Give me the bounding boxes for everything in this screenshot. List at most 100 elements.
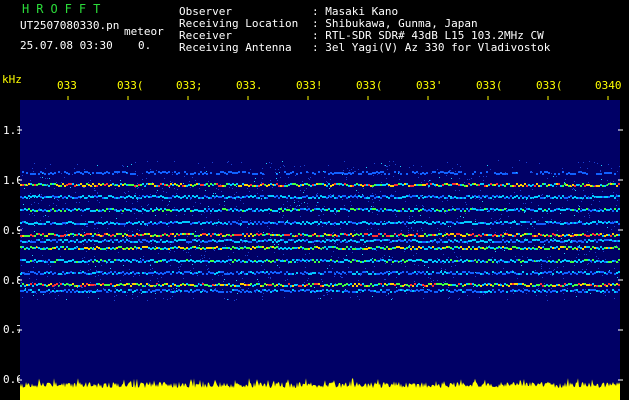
noise-pixel bbox=[170, 298, 171, 299]
echo-pixel bbox=[568, 239, 570, 241]
echo-pixel bbox=[274, 234, 276, 236]
noise-pixel bbox=[507, 299, 508, 300]
echo-pixel bbox=[36, 184, 38, 186]
echo-pixel bbox=[608, 221, 610, 223]
echo-pixel bbox=[154, 195, 156, 197]
echo-pixel bbox=[418, 246, 420, 248]
echo-pixel bbox=[444, 261, 446, 263]
echo-pixel bbox=[270, 222, 272, 224]
echo-pixel bbox=[254, 185, 256, 187]
echo-pixel bbox=[218, 240, 220, 242]
echo-pixel bbox=[396, 222, 398, 224]
noise-pixel bbox=[355, 171, 356, 172]
echo-pixel bbox=[190, 210, 192, 212]
echo-pixel bbox=[314, 221, 316, 223]
echo-pixel bbox=[206, 183, 208, 185]
noise-pixel bbox=[567, 200, 568, 201]
noise-pixel bbox=[51, 292, 52, 293]
noise-pixel bbox=[147, 225, 148, 226]
noise-pixel bbox=[545, 198, 546, 199]
echo-pixel bbox=[416, 208, 418, 210]
noise-pixel bbox=[64, 177, 65, 178]
echo-pixel bbox=[78, 233, 80, 235]
echo-pixel bbox=[216, 195, 218, 197]
echo-pixel bbox=[200, 248, 202, 250]
noise-pixel bbox=[43, 216, 44, 217]
echo-pixel bbox=[414, 195, 416, 197]
echo-pixel bbox=[274, 210, 276, 212]
noise-pixel bbox=[418, 173, 419, 174]
noise-pixel bbox=[576, 242, 577, 243]
noise-pixel bbox=[103, 289, 104, 290]
noise-pixel bbox=[303, 192, 304, 193]
echo-pixel bbox=[278, 259, 280, 261]
echo-pixel bbox=[490, 183, 492, 185]
echo-pixel bbox=[294, 290, 296, 292]
echo-pixel bbox=[146, 233, 148, 235]
echo-pixel bbox=[58, 273, 60, 275]
noise-pixel bbox=[24, 289, 25, 290]
echo-pixel bbox=[134, 241, 136, 243]
noise-pixel bbox=[346, 179, 347, 180]
echo-pixel bbox=[236, 260, 238, 262]
echo-pixel bbox=[66, 197, 68, 199]
noise-pixel bbox=[240, 217, 241, 218]
noise-pixel bbox=[177, 290, 178, 291]
echo-pixel bbox=[38, 260, 40, 262]
noise-pixel bbox=[366, 272, 367, 273]
echo-pixel bbox=[142, 239, 144, 241]
echo-pixel bbox=[452, 233, 454, 235]
echo-pixel bbox=[468, 283, 470, 285]
echo-pixel bbox=[456, 271, 458, 273]
echo-pixel bbox=[134, 283, 136, 285]
noise-pixel bbox=[502, 237, 503, 238]
echo-pixel bbox=[156, 223, 158, 225]
echo-pixel bbox=[38, 239, 40, 241]
echo-pixel bbox=[180, 183, 182, 185]
echo-pixel bbox=[614, 183, 616, 185]
echo-pixel bbox=[240, 197, 242, 199]
noise-pixel bbox=[31, 240, 32, 241]
echo-pixel bbox=[406, 289, 408, 291]
noise-pixel bbox=[551, 173, 552, 174]
echo-pixel bbox=[284, 223, 286, 225]
echo-pixel bbox=[606, 273, 608, 275]
noise-pixel bbox=[465, 202, 466, 203]
echo-pixel bbox=[92, 291, 94, 293]
noise-pixel bbox=[33, 171, 34, 172]
echo-pixel bbox=[142, 272, 144, 274]
noise-pixel bbox=[102, 271, 103, 272]
echo-pixel bbox=[162, 210, 164, 212]
echo-pixel bbox=[96, 172, 98, 174]
echo-pixel bbox=[316, 246, 318, 248]
echo-pixel bbox=[118, 171, 120, 173]
echo-pixel bbox=[470, 197, 472, 199]
echo-pixel bbox=[482, 247, 484, 249]
echo-pixel bbox=[122, 248, 124, 250]
echo-pixel bbox=[32, 195, 34, 197]
echo-pixel bbox=[202, 240, 204, 242]
echo-pixel bbox=[344, 259, 346, 261]
echo-pixel bbox=[434, 234, 436, 236]
echo-pixel bbox=[256, 283, 258, 285]
echo-pixel bbox=[438, 221, 440, 223]
noise-pixel bbox=[311, 290, 312, 291]
echo-pixel bbox=[366, 171, 368, 173]
noise-pixel bbox=[150, 194, 151, 195]
echo-pixel bbox=[114, 259, 116, 261]
noise-pixel bbox=[381, 182, 382, 183]
echo-pixel bbox=[36, 246, 38, 248]
echo-pixel bbox=[232, 183, 234, 185]
echo-pixel bbox=[568, 283, 570, 285]
echo-pixel bbox=[94, 240, 96, 242]
echo-pixel bbox=[356, 223, 358, 225]
echo-pixel bbox=[94, 272, 96, 274]
echo-pixel bbox=[216, 241, 218, 243]
noise-pixel bbox=[291, 234, 292, 235]
noise-pixel bbox=[336, 212, 337, 213]
echo-pixel bbox=[164, 197, 166, 199]
echo-pixel bbox=[284, 290, 286, 292]
noise-pixel bbox=[333, 194, 334, 195]
echo-pixel bbox=[610, 284, 612, 286]
echo-pixel bbox=[426, 172, 428, 174]
